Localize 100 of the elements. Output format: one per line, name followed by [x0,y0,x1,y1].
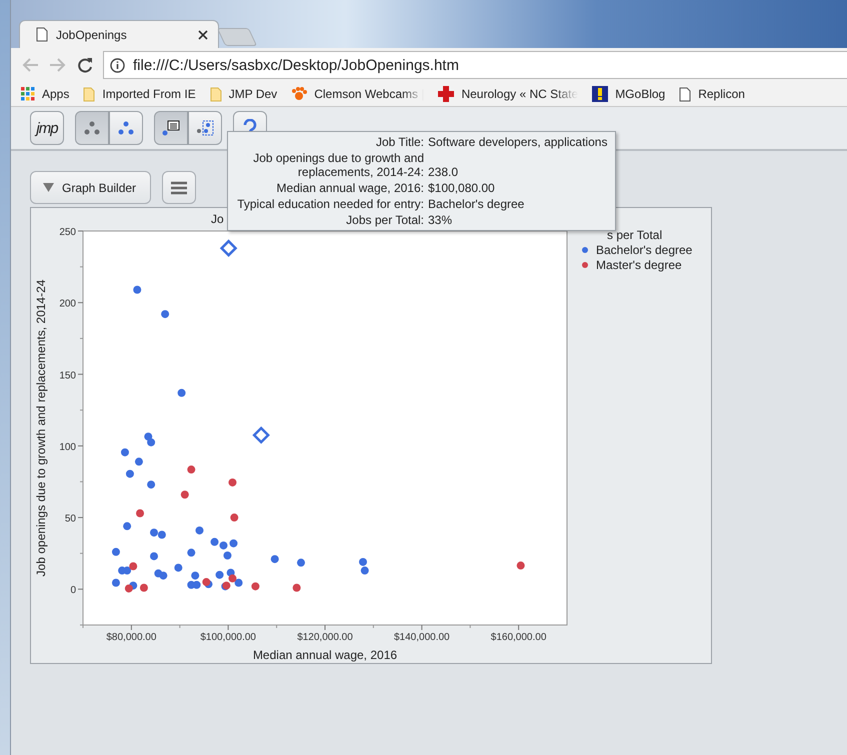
back-icon [21,57,39,73]
data-point[interactable] [174,564,182,572]
data-point[interactable] [124,584,133,592]
tooltip-value: 238.0 [428,165,460,179]
close-icon [198,30,208,40]
data-point[interactable] [129,562,138,570]
triangle-icon [43,183,54,192]
data-point[interactable] [228,574,236,582]
data-point[interactable] [112,548,120,556]
data-point[interactable] [180,490,189,499]
data-point[interactable] [187,466,196,474]
cross-icon [438,86,454,102]
data-point[interactable] [230,514,238,522]
data-point[interactable] [202,578,210,586]
data-point[interactable] [230,539,238,548]
x-axis-title: Median annual wage, 2016 [252,648,398,662]
reload-icon [77,57,93,73]
x-tick-label: $80,000.00 [106,632,156,643]
browser-tab[interactable]: JobOpenings [19,20,219,48]
data-point[interactable] [161,310,170,318]
data-point[interactable] [223,552,232,560]
bookmark[interactable]: Replicon [679,86,745,102]
data-point[interactable] [191,572,200,580]
y-axis-title: Job openings due to growth and replacements, 2014-24 [34,280,48,576]
y-tick-label: 100 [59,442,76,453]
menu-icon [171,180,188,194]
tooltip-label: Jobs per Total: [345,213,424,227]
data-point[interactable] [150,552,158,560]
selected-point-marker[interactable] [252,426,270,444]
url-text: file:///C:/Users/sasbxc/Desktop/JobOpenings.htm [133,56,459,74]
selection-icon [196,120,214,136]
data-point[interactable] [292,584,301,592]
tooltip-label: Job openings due to growth and replacements, 2014-24: [252,151,424,179]
data-point[interactable] [270,555,279,564]
data-point[interactable] [158,530,166,539]
y-tick-label: 200 [59,298,76,310]
legend-item: Master's degree [582,258,692,272]
legend-title: s per Total [606,228,664,242]
tooltip-value: $100,080.00 [428,181,496,195]
data-point[interactable] [126,470,134,478]
data-point[interactable] [220,541,228,550]
info-icon [110,58,125,72]
data-point[interactable] [136,509,144,518]
data-point[interactable] [134,458,143,466]
paw-icon [291,86,308,102]
bookmark[interactable]: Clemson Webcams | [291,86,424,102]
exclamation-icon [592,86,608,102]
data-point[interactable] [147,480,156,489]
data-point[interactable] [516,562,525,570]
data-point[interactable] [234,578,243,587]
jmp-logo-button[interactable]: jmp [30,111,64,145]
tooltip-value: 33% [428,213,454,227]
data-point[interactable] [228,478,236,486]
address-bar[interactable]: file:///C:/Users/sasbxc/Desktop/JobOpenings.htm [103,51,847,79]
data-point[interactable] [120,448,129,456]
bookmark[interactable]: Imported From IE [83,86,196,102]
selected-point-marker[interactable] [220,239,238,257]
data-point[interactable] [178,388,186,397]
folder-icon [210,86,222,102]
x-tick-label: $160,000.00 [490,632,546,643]
tooltip-icon [162,120,180,136]
bookmark[interactable]: MGoBlog [592,86,666,102]
data-point[interactable] [123,566,132,575]
legend-item: Bachelor's degree [582,243,692,257]
bookmark[interactable]: Apps [21,87,70,101]
data-point[interactable] [251,582,260,590]
data-point[interactable] [159,572,168,580]
x-tick-label: $120,000.00 [297,632,353,643]
data-point[interactable] [140,584,148,592]
data-point[interactable] [222,582,230,590]
data-point[interactable] [359,558,367,566]
menu-button[interactable] [162,171,196,204]
chart-title: Jo [211,212,224,226]
y-tick-label: 0 [70,585,76,596]
tooltip-label: Typical education needed for entry: [236,197,424,211]
data-point[interactable] [147,438,156,446]
y-tick-label: 50 [64,514,76,525]
tooltip-label: Median annual wage, 2016: [276,181,424,195]
data-point[interactable] [196,526,204,534]
data-point[interactable] [150,528,158,537]
graph-builder-button[interactable]: Graph Builder [30,171,152,204]
data-point[interactable] [360,566,369,575]
data-point[interactable] [112,578,120,587]
x-tick-label: $100,000.00 [200,632,256,643]
bookmark[interactable]: JMP Dev [210,86,278,102]
data-point[interactable] [123,522,132,530]
data-point[interactable] [216,570,224,579]
tooltip-label: Job Title: [374,135,424,149]
dots-icon [84,121,100,135]
y-tick-label: 150 [59,370,76,382]
folder-icon [83,86,96,102]
data-point[interactable] [133,286,142,294]
data-point[interactable] [210,538,219,546]
tooltip-value: Software developers, applications [428,135,608,149]
data-point[interactable] [297,558,305,567]
tooltip-value: Bachelor's degree [428,197,526,211]
data-point[interactable] [187,548,196,557]
data-point[interactable] [192,580,201,589]
toolbar-button[interactable] [154,111,188,145]
dots-icon [118,121,134,135]
